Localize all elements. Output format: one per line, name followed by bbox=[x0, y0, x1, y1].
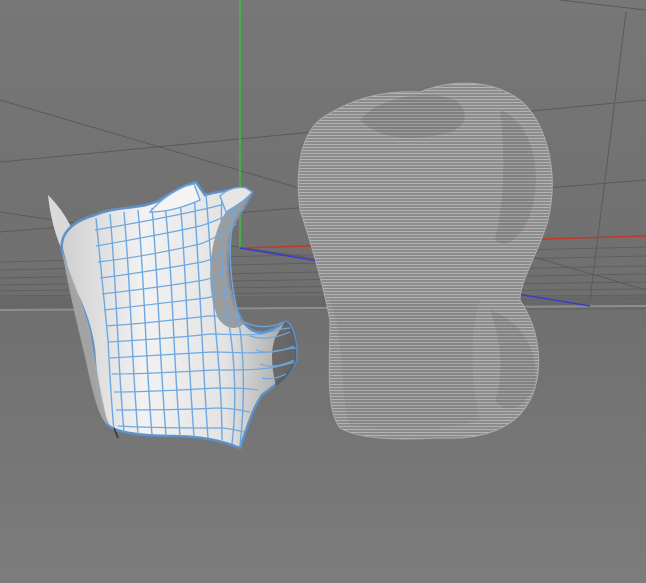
reference-sculpt[interactable] bbox=[297, 82, 553, 440]
3d-viewport[interactable] bbox=[0, 0, 646, 583]
